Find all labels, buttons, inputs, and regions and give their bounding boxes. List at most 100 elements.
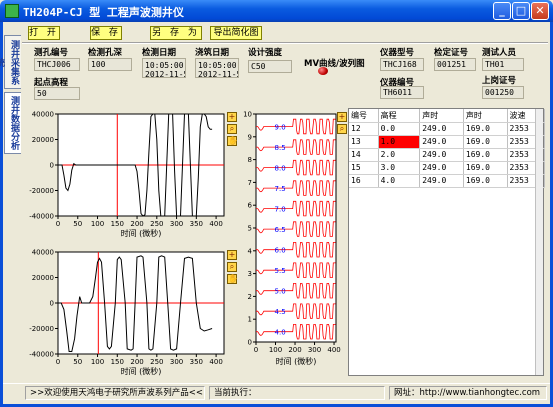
- x-tick-label: 300: [170, 220, 183, 228]
- start-elev-field[interactable]: 50: [34, 87, 80, 100]
- table-cell[interactable]: 249.0: [419, 135, 464, 149]
- table-cell[interactable]: 169.0: [463, 122, 508, 136]
- header-cell: 声时: [419, 109, 464, 123]
- cert-field[interactable]: 001251: [434, 58, 476, 71]
- cursor-move-icon[interactable]: +: [227, 112, 237, 122]
- test-date-field[interactable]: 10:05:00. 2012-11-5: [142, 58, 186, 78]
- table-cell[interactable]: 2.0: [378, 148, 421, 162]
- y-tick-label: 20000: [32, 274, 54, 282]
- curve-toggle-label: MV曲线/波列图: [304, 59, 365, 69]
- save-as-button[interactable]: 另 存 为: [150, 26, 202, 40]
- hole-depth-field[interactable]: 100: [88, 58, 132, 71]
- status-welcome: >>欢迎使用天鸿电子研究所声波系列产品<<: [25, 386, 205, 400]
- trace-depth-label: 7.0: [275, 206, 286, 214]
- y-tick-label: 0: [50, 162, 54, 170]
- table-row[interactable]: 14 2.0 249.0 169.0 2353: [349, 148, 546, 162]
- post-cert-label: 上岗证号: [482, 76, 517, 86]
- tester-field[interactable]: TH01: [482, 58, 524, 71]
- curve-toggle-led[interactable]: [318, 67, 328, 75]
- table-row[interactable]: 13 1.0 249.0 169.0 2353: [349, 135, 546, 149]
- maximize-button[interactable]: □: [512, 2, 530, 20]
- pan-hand-icon[interactable]: ✋: [227, 274, 238, 284]
- status-website: 网址：http://www.tianhongtec.com: [389, 386, 547, 400]
- x-tick-label: 0: [254, 346, 258, 354]
- instr-no-field[interactable]: TH6011: [380, 86, 424, 99]
- y-tick-label: 0: [248, 339, 252, 347]
- table-cell[interactable]: 3.0: [378, 161, 421, 175]
- cursor-move-icon[interactable]: +: [337, 112, 347, 122]
- trace-depth-label: 6.0: [275, 247, 286, 255]
- table-cell[interactable]: 169.0: [463, 161, 508, 175]
- y-tick-label: -20000: [29, 187, 54, 195]
- hole-depth-label: 检测孔深: [88, 48, 123, 58]
- minimize-button[interactable]: _: [493, 2, 511, 20]
- lower-waveform-chart[interactable]: 40000200000-20000-400000 50 100 150 200 250 30…: [22, 246, 238, 378]
- test-date-label: 检测日期: [142, 48, 177, 58]
- table-cell[interactable]: 169.0: [463, 148, 508, 162]
- table-cell[interactable]: 169.0: [463, 174, 508, 188]
- table-row[interactable]: 12 0.0 249.0 169.0 2353: [349, 122, 546, 136]
- table-cell[interactable]: 249.0: [419, 161, 464, 175]
- save-button[interactable]: 保 存: [90, 26, 122, 40]
- table-scrollbar[interactable]: [535, 109, 543, 375]
- table-cell[interactable]: 14: [349, 148, 379, 162]
- trace-depth-label: 4.0: [275, 329, 286, 337]
- x-tick-label: 150: [111, 358, 124, 366]
- zoom-icon[interactable]: ⌕: [227, 262, 237, 272]
- table-cell[interactable]: 249.0: [419, 148, 464, 162]
- table-row[interactable]: 15 3.0 249.0 169.0 2353: [349, 161, 546, 175]
- y-tick-label: 3: [248, 270, 252, 278]
- table-cell-selected[interactable]: 1.0: [378, 135, 421, 149]
- x-tick-label: 0: [56, 220, 60, 228]
- table-header-row: 编号 高程 声时 声时 波速: [349, 109, 546, 123]
- zoom-icon[interactable]: ⌕: [227, 124, 237, 134]
- y-tick-label: 10: [243, 111, 252, 119]
- y-tick-label: 7: [248, 179, 252, 187]
- table-cell[interactable]: 4.0: [378, 174, 421, 188]
- pan-hand-icon[interactable]: ✋: [227, 136, 238, 146]
- instr-model-field[interactable]: THCJ168: [380, 58, 424, 71]
- table-cell[interactable]: 249.0: [419, 174, 464, 188]
- tab-acquisition-system[interactable]: 测井采集系统: [0, 35, 21, 89]
- tab-data-analysis[interactable]: 测井数据分析: [4, 92, 21, 154]
- table-cell[interactable]: 13: [349, 135, 379, 149]
- table-cell[interactable]: 16: [349, 174, 379, 188]
- y-tick-label: 6: [248, 202, 253, 210]
- y-tick-label: 40000: [32, 249, 54, 257]
- title-bar: TH204P-CJ 型 工程声波测井仪 _ □ ✕: [0, 0, 553, 22]
- hole-id-field[interactable]: THCJ006: [34, 58, 80, 71]
- table-cell[interactable]: 15: [349, 161, 379, 175]
- export-simple-button[interactable]: 导出简化图: [210, 26, 262, 40]
- table-cell[interactable]: 0.0: [378, 122, 421, 136]
- y-tick-label: 0: [50, 300, 54, 308]
- wave-train-chart[interactable]: 1098765432100 100 200 300 400时间 (微秒)9.08.58.…: [240, 110, 346, 378]
- y-tick-label: -40000: [29, 213, 54, 221]
- pour-date-field[interactable]: 10:05:00. 2012-11-5: [195, 58, 239, 78]
- table-cell[interactable]: 12: [349, 122, 379, 136]
- open-button[interactable]: 打 开: [28, 26, 60, 40]
- trace-depth-label: 6.5: [275, 226, 286, 234]
- strength-label: 设计强度: [248, 48, 283, 58]
- data-grid[interactable]: 编号 高程 声时 声时 波速 12 0.0 249.0 169.0 2353 1…: [349, 109, 546, 188]
- close-button[interactable]: ✕: [531, 2, 549, 20]
- trace-depth-label: 9.0: [275, 124, 286, 132]
- y-tick-label: 20000: [32, 136, 54, 144]
- table-cell[interactable]: 249.0: [419, 122, 464, 136]
- pour-date-label: 浇筑日期: [195, 48, 230, 58]
- table-row[interactable]: 16 4.0 249.0 169.0 2353: [349, 174, 546, 188]
- x-tick-label: 300: [308, 346, 321, 354]
- y-tick-label: 40000: [32, 111, 54, 119]
- zoom-icon[interactable]: ⌕: [337, 124, 347, 134]
- upper-waveform-chart[interactable]: 40000200000-20000-400000 50 100 150 200 250 30…: [22, 108, 238, 240]
- window-title: TH204P-CJ 型 工程声波测井仪: [23, 6, 184, 19]
- data-table[interactable]: 编号 高程 声时 声时 波速 12 0.0 249.0 169.0 2353 1…: [348, 108, 546, 376]
- x-tick-label: 400: [209, 220, 222, 228]
- table-cell[interactable]: 169.0: [463, 135, 508, 149]
- strength-field[interactable]: C50: [248, 60, 292, 73]
- post-cert-field[interactable]: 001250: [482, 86, 524, 99]
- status-bar: >>欢迎使用天鸿电子研究所声波系列产品<< 当前执行： 网址：http://ww…: [3, 383, 550, 403]
- x-tick-label: 50: [73, 358, 82, 366]
- x-tick-label: 250: [150, 358, 163, 366]
- instr-model-label: 仪器型号: [380, 48, 415, 58]
- cursor-move-icon[interactable]: +: [227, 250, 237, 260]
